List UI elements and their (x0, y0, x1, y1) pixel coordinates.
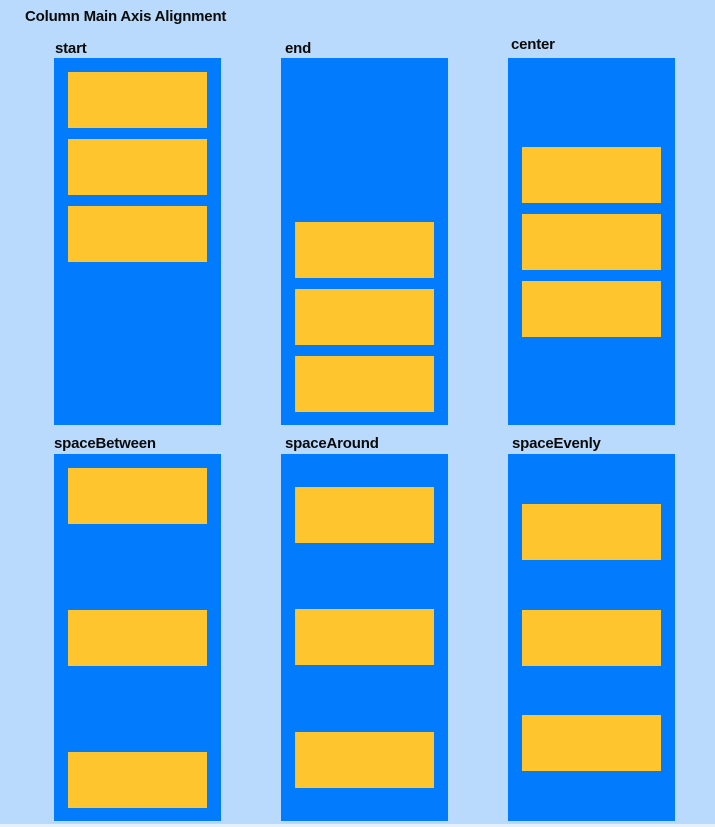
panel-box (68, 206, 207, 262)
panel-box (68, 139, 207, 195)
panel-label-spaceBetween: spaceBetween (54, 435, 156, 452)
panel-box (295, 487, 434, 544)
panel-label-spaceAround: spaceAround (285, 435, 379, 452)
panel-box (522, 214, 661, 270)
panel-box (68, 72, 207, 128)
panel-box (295, 731, 434, 788)
panel-box (68, 752, 207, 808)
panel-label-end: end (285, 40, 312, 57)
panel-box (295, 222, 434, 278)
page-title: Column Main Axis Alignment (25, 8, 227, 25)
panel-center (508, 58, 675, 425)
panel-box (295, 356, 434, 412)
panel-box (522, 609, 661, 666)
panel-label-center: center (511, 36, 555, 53)
panel-box (295, 289, 434, 345)
panel-start (54, 58, 221, 425)
panel-spaceBetween (54, 454, 221, 821)
panel-box (522, 147, 661, 203)
panel-box (68, 468, 207, 524)
panel-spaceAround (281, 454, 448, 821)
panel-box (522, 281, 661, 337)
panel-box (522, 715, 661, 772)
panel-box (68, 610, 207, 666)
panel-end (281, 58, 448, 425)
panel-spaceEvenly (508, 454, 675, 821)
panel-box (295, 609, 434, 666)
panel-label-start: start (55, 40, 87, 57)
panel-label-spaceEvenly: spaceEvenly (512, 435, 601, 452)
panel-box (522, 503, 661, 560)
